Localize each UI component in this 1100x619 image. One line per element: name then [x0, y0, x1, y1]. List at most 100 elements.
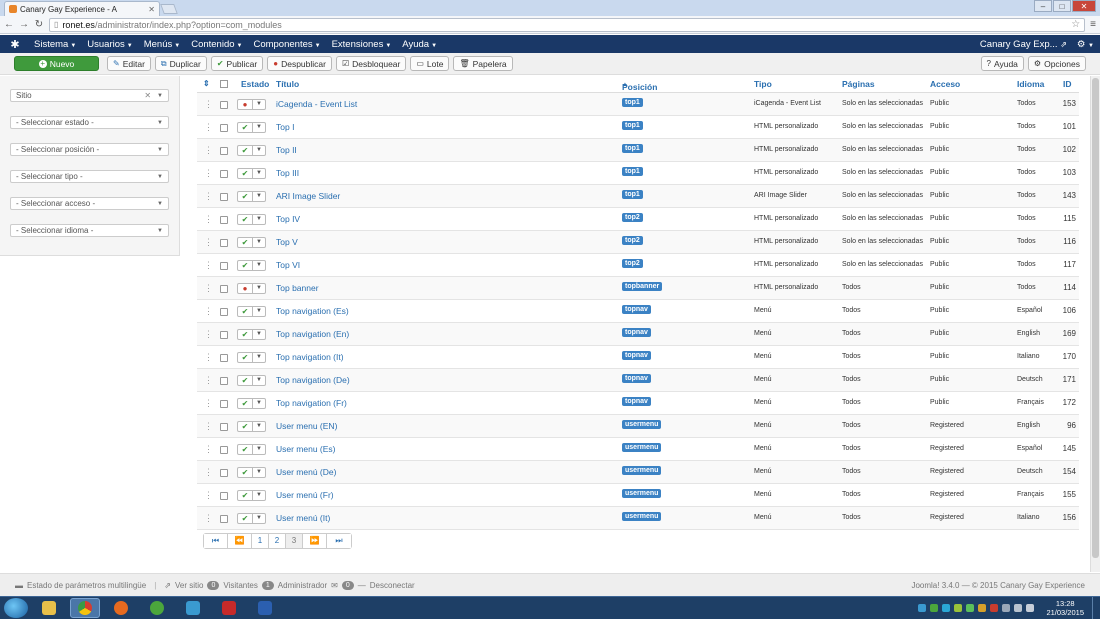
chevron-down-icon[interactable]: ▼	[253, 398, 266, 409]
status-toggle[interactable]: ✔ ▼	[237, 145, 266, 156]
page-scrollbar[interactable]	[1090, 76, 1100, 572]
module-title-link[interactable]: User menú (Fr)	[276, 490, 334, 500]
drag-handle-icon[interactable]: ⋮	[204, 352, 213, 363]
chrome-taskbar-icon[interactable]	[70, 598, 100, 618]
chevron-down-icon[interactable]: ▼	[253, 329, 266, 340]
page-2[interactable]: 2	[269, 534, 286, 548]
minimize-icon[interactable]: –	[1034, 0, 1052, 12]
view-site-link[interactable]: Ver sitio	[175, 581, 203, 590]
taskbar-clock[interactable]: 13:28 21/03/2015	[1046, 599, 1084, 617]
menu-menus[interactable]: Menús ▼	[144, 39, 180, 50]
row-checkbox[interactable]	[220, 170, 228, 178]
drag-handle-icon[interactable]: ⋮	[204, 306, 213, 317]
windows-start-icon[interactable]	[4, 598, 28, 618]
module-title-link[interactable]: Top navigation (En)	[276, 329, 349, 339]
tab-close-icon[interactable]: ✕	[148, 5, 155, 14]
module-title-link[interactable]: Top navigation (It)	[276, 352, 344, 362]
maximize-icon[interactable]: □	[1053, 0, 1071, 12]
status-toggle[interactable]: ✔ ▼	[237, 191, 266, 202]
drag-handle-icon[interactable]: ⋮	[204, 168, 213, 179]
multilang-status-link[interactable]: Estado de parámetros multilingüe	[27, 581, 146, 590]
status-toggle[interactable]: ✔ ▼	[237, 513, 266, 524]
tray-volume-icon[interactable]	[1026, 604, 1035, 612]
row-checkbox[interactable]	[220, 147, 228, 155]
published-check-icon[interactable]: ✔	[237, 444, 253, 455]
last-page-icon[interactable]: ⏭	[327, 534, 351, 548]
ordering-sort-icon[interactable]: ⇕	[203, 79, 210, 88]
header-type[interactable]: Tipo	[754, 79, 772, 89]
unpublished-icon[interactable]: ●	[237, 283, 253, 294]
client-filter[interactable]: Sitio ✕ ▼	[10, 89, 169, 102]
status-toggle[interactable]: ✔ ▼	[237, 260, 266, 271]
chevron-down-icon[interactable]: ▼	[253, 145, 266, 156]
module-title-link[interactable]: Top banner	[276, 283, 319, 293]
access-filter[interactable]: - Seleccionar acceso - ▼	[10, 197, 169, 210]
module-title-link[interactable]: Top navigation (Fr)	[276, 398, 347, 408]
word-taskbar-icon[interactable]	[250, 598, 280, 618]
row-checkbox[interactable]	[220, 377, 228, 385]
firefox-taskbar-icon[interactable]	[106, 598, 136, 618]
header-language[interactable]: Idioma	[1017, 79, 1044, 89]
page-1[interactable]: 1	[252, 534, 269, 548]
published-check-icon[interactable]: ✔	[237, 329, 253, 340]
published-check-icon[interactable]: ✔	[237, 145, 253, 156]
header-pages[interactable]: Páginas	[842, 79, 875, 89]
menu-sistema[interactable]: Sistema ▼	[34, 39, 76, 50]
published-check-icon[interactable]: ✔	[237, 260, 253, 271]
back-icon[interactable]: ←	[4, 19, 14, 30]
tray-whatsapp-icon[interactable]	[966, 604, 975, 612]
row-checkbox[interactable]	[220, 101, 228, 109]
published-check-icon[interactable]: ✔	[237, 237, 253, 248]
url-input[interactable]: ▯ ronet.es/administrator/index.php?optio…	[49, 17, 1086, 32]
window-close-icon[interactable]: ✕	[1072, 0, 1096, 12]
chevron-down-icon[interactable]: ▼	[253, 352, 266, 363]
published-check-icon[interactable]: ✔	[237, 168, 253, 179]
status-toggle[interactable]: ● ▼	[237, 99, 266, 110]
tray-drive-icon[interactable]	[918, 604, 927, 612]
drag-handle-icon[interactable]: ⋮	[204, 122, 213, 133]
drag-handle-icon[interactable]: ⋮	[204, 260, 213, 271]
joomla-logo-icon[interactable]: ✱	[6, 38, 24, 51]
row-checkbox[interactable]	[220, 308, 228, 316]
site-name-link[interactable]: Canary Gay Exp... ⇗	[980, 39, 1067, 50]
status-toggle[interactable]: ✔ ▼	[237, 352, 266, 363]
next-page-icon[interactable]: ⏩	[303, 534, 327, 548]
drag-handle-icon[interactable]: ⋮	[204, 421, 213, 432]
chevron-down-icon[interactable]: ▼	[253, 260, 266, 271]
utorrent-taskbar-icon[interactable]	[142, 598, 172, 618]
select-all-checkbox[interactable]	[220, 80, 228, 88]
status-toggle[interactable]: ✔ ▼	[237, 237, 266, 248]
menu-extensiones[interactable]: Extensiones ▼	[332, 39, 392, 50]
options-button[interactable]: ⚙ Opciones	[1027, 56, 1086, 71]
published-check-icon[interactable]: ✔	[237, 214, 253, 225]
show-desktop-button[interactable]	[1092, 596, 1100, 619]
chevron-down-icon[interactable]: ▼	[253, 122, 266, 133]
drag-handle-icon[interactable]: ⋮	[204, 398, 213, 409]
status-toggle[interactable]: ✔ ▼	[237, 168, 266, 179]
status-toggle[interactable]: ● ▼	[237, 283, 266, 294]
logout-link[interactable]: Desconectar	[370, 581, 415, 590]
help-button[interactable]: ? Ayuda	[980, 56, 1024, 71]
published-check-icon[interactable]: ✔	[237, 467, 253, 478]
chevron-down-icon[interactable]: ▼	[253, 99, 266, 110]
row-checkbox[interactable]	[220, 331, 228, 339]
tray-network-icon[interactable]	[1014, 604, 1023, 612]
browser-tab[interactable]: Canary Gay Experience - A ✕	[4, 1, 160, 16]
chevron-down-icon[interactable]: ▼	[253, 444, 266, 455]
forward-icon[interactable]: →	[19, 19, 29, 30]
module-title-link[interactable]: User menu (EN)	[276, 421, 337, 431]
module-title-link[interactable]: Top navigation (Es)	[276, 306, 349, 316]
published-check-icon[interactable]: ✔	[237, 122, 253, 133]
first-page-icon[interactable]: ⏮	[204, 534, 228, 548]
drag-handle-icon[interactable]: ⋮	[204, 214, 213, 225]
state-filter[interactable]: - Seleccionar estado - ▼	[10, 116, 169, 129]
browser-menu-icon[interactable]: ≡	[1090, 19, 1096, 30]
row-checkbox[interactable]	[220, 354, 228, 362]
drag-handle-icon[interactable]: ⋮	[204, 467, 213, 478]
module-title-link[interactable]: User menú (It)	[276, 513, 330, 523]
status-toggle[interactable]: ✔ ▼	[237, 329, 266, 340]
chevron-down-icon[interactable]: ▼	[253, 283, 266, 294]
status-toggle[interactable]: ✔ ▼	[237, 306, 266, 317]
row-checkbox[interactable]	[220, 400, 228, 408]
edit-button[interactable]: ✎ Editar	[107, 56, 151, 71]
